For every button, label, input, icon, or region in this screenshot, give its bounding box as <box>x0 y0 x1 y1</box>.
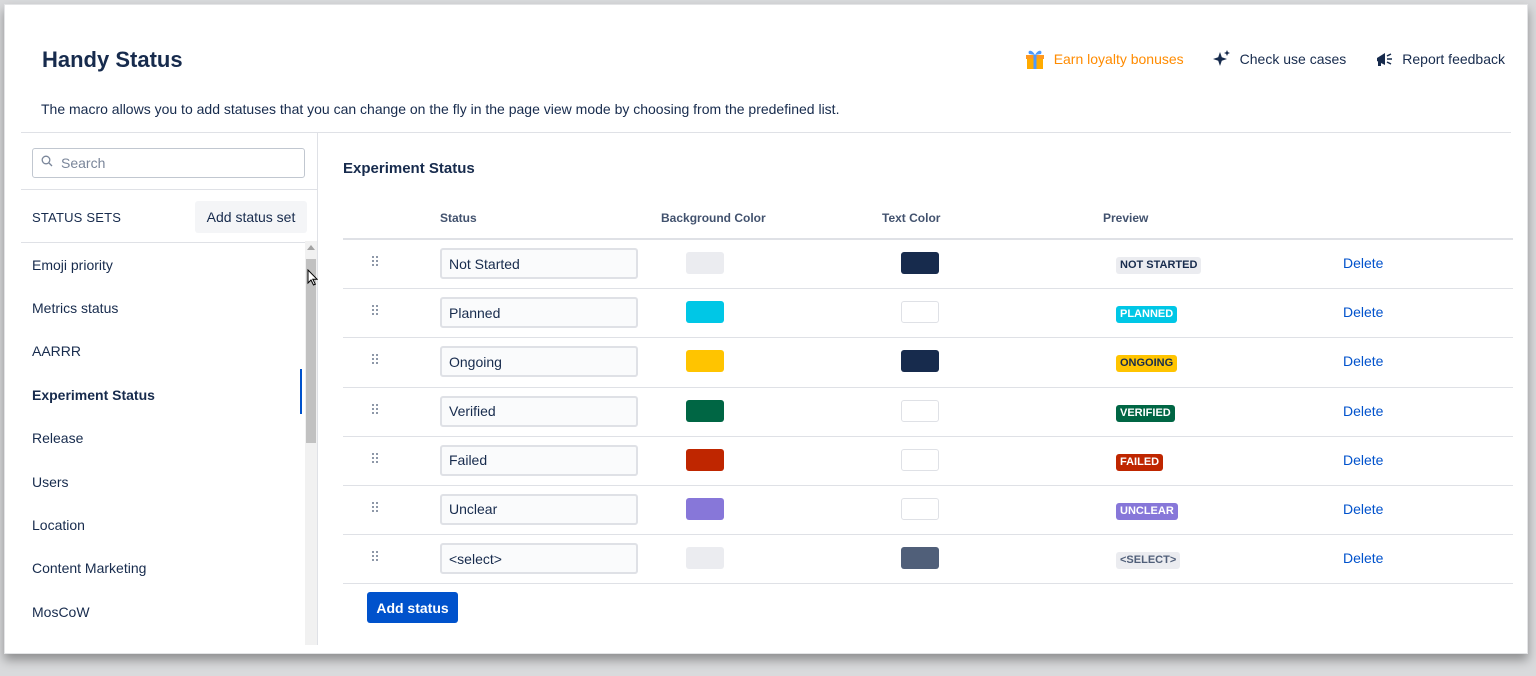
table-row: PLANNED Delete <box>343 289 1513 339</box>
set-item-aarrr[interactable]: AARRR <box>21 330 301 373</box>
status-preview-lozenge: <SELECT> <box>1116 552 1181 570</box>
delete-status-link[interactable]: Delete <box>1343 403 1383 419</box>
search-icon <box>41 154 53 172</box>
earn-loyalty-link[interactable]: Earn loyalty bonuses <box>1024 49 1184 69</box>
earn-loyalty-label: Earn loyalty bonuses <box>1053 51 1184 67</box>
set-item-metrics-status[interactable]: Metrics status <box>21 286 301 329</box>
status-preview-lozenge: ONGOING <box>1116 355 1178 373</box>
megaphone-icon <box>1374 49 1394 69</box>
gift-icon <box>1024 49 1046 69</box>
status-sets-label: STATUS SETS <box>32 210 122 225</box>
table-header: Status Background Color Text Color Previ… <box>343 205 1513 240</box>
main-panel: Experiment Status Status Background Colo… <box>339 133 1513 645</box>
scroll-up-arrow-icon[interactable] <box>307 245 315 250</box>
set-item-release[interactable]: Release <box>21 417 301 460</box>
drag-handle-icon[interactable] <box>371 402 379 420</box>
status-name-input[interactable] <box>440 493 638 525</box>
table-row: <SELECT> Delete <box>343 535 1513 585</box>
set-item-users[interactable]: Users <box>21 460 301 503</box>
set-item-location[interactable]: Location <box>21 503 301 546</box>
status-preview-lozenge: PLANNED <box>1116 306 1178 324</box>
text-color-swatch[interactable] <box>901 252 939 274</box>
status-set-title: Experiment Status <box>343 160 475 177</box>
background-color-swatch[interactable] <box>686 252 724 274</box>
delete-status-link[interactable]: Delete <box>1343 452 1383 468</box>
status-name-input[interactable] <box>440 346 638 378</box>
drag-handle-icon[interactable] <box>371 352 379 370</box>
table-row: UNCLEAR Delete <box>343 486 1513 536</box>
status-preview-lozenge: FAILED <box>1116 453 1164 471</box>
report-feedback-label: Report feedback <box>1402 51 1505 67</box>
page-title: Handy Status <box>42 47 183 72</box>
text-color-swatch[interactable] <box>901 399 939 422</box>
background-color-swatch[interactable] <box>686 301 724 324</box>
drag-handle-icon[interactable] <box>371 549 379 567</box>
text-color-swatch[interactable] <box>901 301 939 324</box>
drag-handle-icon[interactable] <box>371 303 379 321</box>
set-item-content-marketing[interactable]: Content Marketing <box>21 547 301 590</box>
background-color-swatch[interactable] <box>686 448 724 471</box>
status-preview-lozenge: UNCLEAR <box>1116 502 1178 520</box>
sparkles-icon <box>1212 49 1232 69</box>
delete-status-link[interactable]: Delete <box>1343 501 1383 517</box>
table-row: FAILED Delete <box>343 437 1513 486</box>
text-color-swatch[interactable] <box>901 497 939 520</box>
text-color-swatch[interactable] <box>901 547 939 570</box>
delete-status-link[interactable]: Delete <box>1343 550 1383 566</box>
status-name-input[interactable] <box>440 444 638 476</box>
background-color-swatch[interactable] <box>686 547 724 570</box>
status-preview-lozenge: NOT STARTED <box>1116 257 1202 274</box>
macro-description: The macro allows you to add statuses tha… <box>41 101 840 117</box>
text-color-swatch[interactable] <box>901 350 939 373</box>
set-item-experiment-status[interactable]: Experiment Status <box>21 373 301 416</box>
background-color-swatch[interactable] <box>686 350 724 373</box>
status-name-input[interactable] <box>440 248 638 279</box>
report-feedback-link[interactable]: Report feedback <box>1374 49 1505 69</box>
set-item-emoji-priority[interactable]: Emoji priority <box>21 243 301 286</box>
delete-status-link[interactable]: Delete <box>1343 304 1383 320</box>
search-box[interactable] <box>32 148 305 178</box>
delete-status-link[interactable]: Delete <box>1343 353 1383 369</box>
table-row: NOT STARTED Delete <box>343 240 1513 290</box>
drag-handle-icon[interactable] <box>371 500 379 518</box>
mouse-cursor-icon <box>307 268 319 291</box>
column-header-background-color: Background Color <box>661 211 766 225</box>
sidebar: STATUS SETS Add status set Emoji priorit… <box>21 133 318 645</box>
background-color-swatch[interactable] <box>686 497 724 520</box>
check-use-cases-link[interactable]: Check use cases <box>1212 49 1347 69</box>
app-window: Handy Status Earn loyalty bonuses Check … <box>4 4 1528 654</box>
background-color-swatch[interactable] <box>686 399 724 422</box>
status-sets-header: STATUS SETS Add status set <box>21 189 317 243</box>
drag-handle-icon[interactable] <box>371 451 379 469</box>
status-name-input[interactable] <box>440 395 638 427</box>
header-actions: Earn loyalty bonuses Check use cases Rep… <box>1024 49 1505 69</box>
table-row: VERIFIED Delete <box>343 388 1513 437</box>
delete-status-link[interactable]: Delete <box>1343 255 1383 271</box>
add-status-button[interactable]: Add status <box>367 592 458 623</box>
text-color-swatch[interactable] <box>901 448 939 471</box>
column-header-text-color: Text Color <box>882 211 941 225</box>
sidebar-scrollbar[interactable] <box>305 241 317 645</box>
set-item-moscow[interactable]: MosCoW <box>21 590 301 633</box>
active-indicator <box>300 369 302 414</box>
drag-handle-icon[interactable] <box>371 254 379 272</box>
status-preview-lozenge: VERIFIED <box>1116 404 1175 422</box>
column-header-status: Status <box>440 211 477 225</box>
add-status-set-button[interactable]: Add status set <box>195 201 307 233</box>
column-header-preview: Preview <box>1103 211 1149 225</box>
status-name-input[interactable] <box>440 543 638 575</box>
check-use-cases-label: Check use cases <box>1239 51 1347 67</box>
table-row: ONGOING Delete <box>343 338 1513 388</box>
status-set-list: Emoji priority Metrics status AARRR Expe… <box>21 243 301 634</box>
search-input[interactable] <box>59 154 293 172</box>
status-table-body: NOT STARTED Delete PLANNED Delete ONGOING Del… <box>343 240 1513 585</box>
status-name-input[interactable] <box>440 297 638 329</box>
